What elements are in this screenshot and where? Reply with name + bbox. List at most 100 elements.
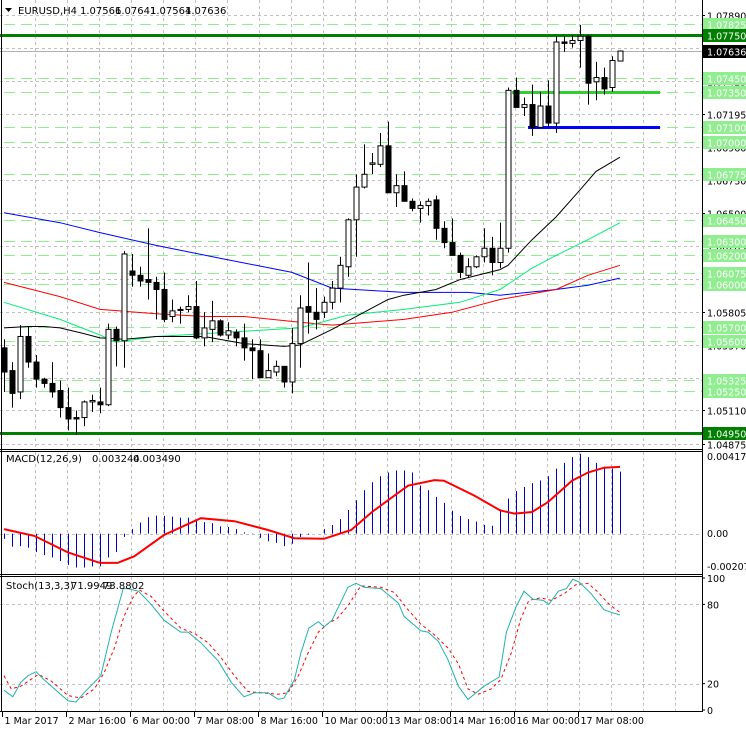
- bull-candle-body: [89, 399, 96, 403]
- candle: [329, 280, 336, 310]
- macd-panel: [3, 453, 621, 568]
- bull-candle-body: [369, 162, 376, 165]
- time-axis-label: 13 Mar 08:00: [389, 716, 452, 727]
- bear-candle-body: [441, 227, 448, 244]
- bull-candle-body: [497, 247, 504, 263]
- panel-frames: [0, 0, 703, 712]
- bear-candle-body: [41, 378, 48, 384]
- current-price-label: 1.07636: [707, 48, 746, 59]
- candle: [497, 222, 504, 269]
- bull-candle-body: [345, 219, 352, 268]
- candle: [593, 61, 600, 101]
- bull-candle-body: [201, 327, 208, 339]
- candle: [377, 133, 384, 168]
- candle: [73, 410, 80, 435]
- candle: [505, 87, 512, 253]
- bear-candle-body: [513, 89, 520, 108]
- bull-candle-body: [481, 247, 488, 258]
- macd-signal-value: 0.003490: [133, 454, 181, 465]
- level-badge-label: 1.07100: [707, 124, 746, 135]
- candle: [345, 218, 352, 277]
- candle: [473, 255, 480, 269]
- chart-header[interactable]: EURUSD,H4 1.07566 1.07641 1.07564 1.0763…: [5, 6, 226, 17]
- bull-candle-body: [465, 266, 472, 276]
- bull-candle-body: [289, 343, 296, 383]
- candle: [273, 360, 280, 377]
- level-badge-label: 1.06775: [707, 171, 746, 182]
- level-badge-label: 1.06450: [707, 217, 746, 228]
- candle: [457, 252, 464, 279]
- trading-chart[interactable]: 1.078901.076601.074251.071951.069601.067…: [0, 0, 746, 731]
- bull-candle-body: [185, 306, 192, 310]
- bull-candle-body: [425, 200, 432, 207]
- bear-candle-body: [97, 401, 104, 406]
- stoch-axis-label: 20: [707, 680, 719, 691]
- dropdown-triangle-icon[interactable]: [5, 8, 12, 12]
- macd-zero-label: 0.00: [707, 529, 728, 540]
- stochastic-panel: [3, 578, 621, 703]
- stoch-title: Stoch(13,3,3) 71.9949 73.8802: [6, 581, 144, 592]
- bull-candle-body: [169, 310, 176, 318]
- candle: [81, 400, 88, 427]
- ma-blue: [3, 212, 621, 296]
- candle: [521, 97, 528, 116]
- bull-candle-body: [609, 59, 616, 88]
- candle: [577, 24, 584, 68]
- bear-candle-body: [385, 145, 392, 194]
- bull-candle-body: [337, 264, 344, 289]
- stoch-axis-label: 100: [707, 574, 725, 585]
- bear-candle-body: [449, 242, 456, 256]
- candle: [481, 228, 488, 263]
- candle: [89, 394, 96, 412]
- stoch-axis-label: 80: [707, 600, 719, 611]
- candle: [17, 325, 24, 400]
- candle: [441, 221, 448, 249]
- bull-candle-body: [81, 401, 88, 419]
- bear-candle-body: [9, 370, 16, 394]
- grid: [0, 0, 702, 711]
- bull-candle-body: [377, 145, 384, 165]
- candle: [217, 319, 224, 337]
- level-badge-label: 1.07750: [707, 32, 746, 43]
- header-symbol: EURUSD,H4: [18, 6, 77, 17]
- candle: [561, 36, 568, 52]
- candle: [41, 377, 48, 388]
- candle: [137, 266, 144, 287]
- candle: [209, 300, 216, 343]
- time-axis-label: 6 Mar 00:00: [133, 716, 190, 727]
- candle: [145, 228, 152, 300]
- level-badge-label: 1.04950: [707, 430, 746, 441]
- time-axis-label: 7 Mar 08:00: [197, 716, 254, 727]
- bull-candle-body: [553, 41, 560, 124]
- price-badges: 1.078251.077501.074501.073501.071001.070…: [703, 18, 746, 441]
- level-badge-label: 1.06300: [707, 238, 746, 249]
- candle: [513, 77, 520, 108]
- level-badge-label: 1.06200: [707, 252, 746, 263]
- bear-candle-body: [305, 306, 312, 313]
- candle: [121, 251, 128, 368]
- candle: [617, 50, 624, 62]
- candle: [57, 380, 64, 418]
- price-axis-label: 1.07195: [707, 111, 746, 122]
- candle: [321, 296, 328, 318]
- level-badge-label: 1.06000: [707, 281, 746, 292]
- header-close: 1.07636: [185, 6, 226, 17]
- macd-axis: 0.004171 0.00 -0.002073: [707, 452, 746, 573]
- candle: [49, 362, 56, 398]
- time-axis-label: 17 Mar 08:00: [581, 716, 644, 727]
- bear-candle-body: [233, 331, 240, 339]
- candle: [601, 67, 608, 95]
- bull-candle-body: [321, 301, 328, 313]
- time-axis[interactable]: 1 Mar 2017 2 Mar 16:00 6 Mar 00:00 7 Mar 08…: [2, 712, 644, 727]
- bear-candle-body: [57, 390, 64, 409]
- bear-candle-body: [585, 35, 592, 84]
- bear-candle-body: [1, 347, 8, 373]
- price-axis[interactable]: 1.078901.076601.074251.071951.069601.067…: [702, 12, 746, 718]
- bull-candle-body: [505, 89, 512, 249]
- bear-candle-body: [409, 200, 416, 209]
- time-axis-label: 14 Mar 16:00: [453, 716, 516, 727]
- bull-candle-body: [353, 186, 360, 221]
- bull-candle-body: [417, 205, 424, 209]
- candle: [169, 299, 176, 323]
- bull-candle-body: [17, 335, 24, 393]
